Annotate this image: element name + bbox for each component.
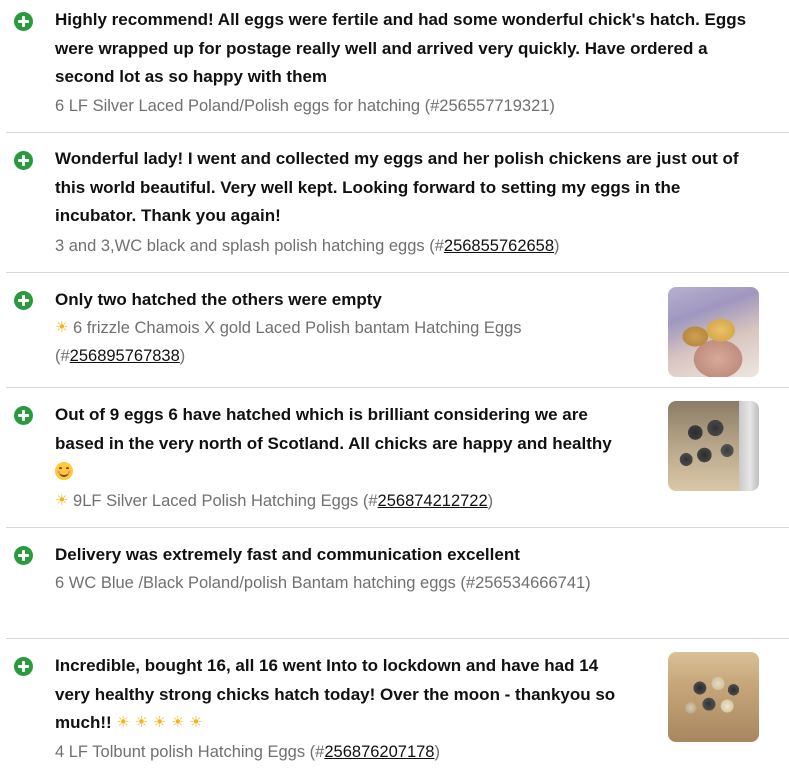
comment-line: Out of 9 eggs 6 have hatched which is br… bbox=[55, 405, 588, 424]
item-title: 3 and 3,WC black and splash polish hatch… bbox=[55, 237, 444, 255]
review-photo-thumbnail[interactable] bbox=[668, 652, 759, 742]
feedback-list: Highly recommend! All eggs were fertile … bbox=[0, 0, 789, 776]
comment-line: Incredible, bought 16, all 16 went Into … bbox=[55, 656, 599, 675]
review-item: ☀ 6 frizzle Chamois X gold Laced Polish … bbox=[55, 314, 522, 370]
item-title: 4 LF Tolbunt polish Hatching Eggs (# bbox=[55, 743, 325, 761]
sun-icon: ☀ bbox=[116, 714, 130, 731]
item-number-link[interactable]: 256876207178 bbox=[324, 743, 434, 761]
review-item: 4 LF Tolbunt polish Hatching Eggs (#2568… bbox=[55, 738, 440, 766]
review-item: 6 WC Blue /Black Poland/polish Bantam ha… bbox=[55, 574, 591, 592]
item-number-link[interactable]: 256874212722 bbox=[378, 492, 488, 510]
comment-line: were wrapped up for postage really well … bbox=[55, 38, 708, 58]
comment-line: Highly recommend! All eggs were fertile … bbox=[55, 10, 747, 29]
sun-icon: ☀ bbox=[152, 714, 167, 731]
plus-circle-icon bbox=[14, 151, 33, 170]
sun-icon: ☀ bbox=[55, 319, 69, 336]
comment-line: Only two hatched the others were empty bbox=[55, 290, 382, 309]
item-title: 9LF Silver Laced Polish Hatching Eggs (# bbox=[73, 492, 378, 510]
sun-icon: ☀ bbox=[134, 714, 149, 731]
plus-circle-icon bbox=[14, 546, 33, 565]
divider bbox=[6, 272, 789, 273]
plus-circle-icon bbox=[14, 406, 33, 425]
plus-circle-icon bbox=[14, 12, 33, 31]
review-comment: Only two hatched the others were empty bbox=[55, 286, 382, 315]
comment-line: based in the very north of Scotland. All… bbox=[55, 433, 612, 453]
sun-icon: ☀ bbox=[55, 492, 69, 509]
review-item: 6 LF Silver Laced Poland/Polish eggs for… bbox=[55, 97, 555, 115]
divider bbox=[6, 387, 789, 388]
plus-circle-icon bbox=[14, 657, 33, 676]
comment-line: second lot as so happy with them bbox=[55, 67, 328, 86]
item-title: 6 frizzle Chamois X gold Laced Polish ba… bbox=[73, 319, 522, 337]
divider bbox=[6, 638, 789, 639]
comment-line: Delivery was extremely fast and communic… bbox=[55, 545, 520, 564]
review-comment: Highly recommend! All eggs were fertile … bbox=[55, 6, 746, 92]
review-comment: Wonderful lady! I went and collected my … bbox=[55, 145, 739, 231]
plus-circle-icon bbox=[14, 291, 33, 310]
divider bbox=[6, 527, 789, 528]
item-suffix: ) bbox=[554, 237, 560, 255]
review-photo-thumbnail[interactable] bbox=[668, 287, 759, 377]
review-photo-thumbnail[interactable] bbox=[668, 401, 759, 491]
item-number-link[interactable]: 256855762658 bbox=[444, 237, 554, 255]
smiling-face-icon bbox=[55, 462, 73, 480]
comment-line: incubator. Thank you again! bbox=[55, 206, 281, 225]
review-comment: Delivery was extremely fast and communic… bbox=[55, 541, 520, 570]
item-number-link[interactable]: 256895767838 bbox=[70, 347, 180, 365]
sun-icon: ☀ bbox=[189, 714, 203, 731]
review-item: ☀ 9LF Silver Laced Polish Hatching Eggs … bbox=[55, 487, 493, 515]
item-suffix: ) bbox=[434, 743, 440, 761]
item-prefix: (# bbox=[55, 347, 70, 365]
review-comment: Out of 9 eggs 6 have hatched which is br… bbox=[55, 401, 612, 487]
comment-line: this world beautiful. Very well kept. Lo… bbox=[55, 177, 681, 197]
divider bbox=[6, 132, 789, 133]
review-item: 3 and 3,WC black and splash polish hatch… bbox=[55, 232, 560, 260]
comment-line: much!! bbox=[55, 713, 112, 732]
item-suffix: ) bbox=[487, 492, 494, 510]
comment-line: very healthy strong chicks hatch today! … bbox=[55, 684, 616, 704]
sun-icon: ☀ bbox=[170, 714, 185, 731]
review-comment: Incredible, bought 16, all 16 went Into … bbox=[55, 652, 615, 738]
comment-line: Wonderful lady! I went and collected my … bbox=[55, 149, 739, 168]
item-suffix: ) bbox=[179, 347, 186, 365]
